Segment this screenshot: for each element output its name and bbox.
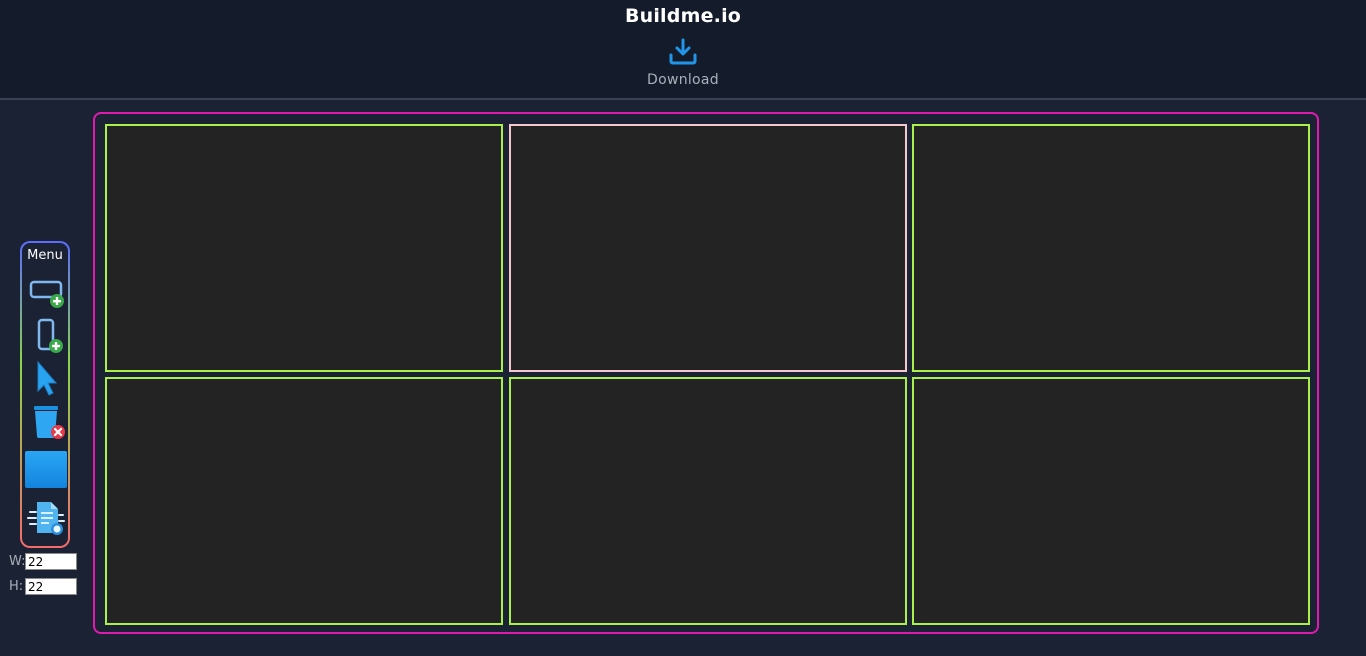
color-swatch[interactable] bbox=[25, 451, 67, 491]
width-input[interactable] bbox=[25, 553, 77, 570]
blue-square-swatch bbox=[25, 451, 67, 488]
grid-cell[interactable] bbox=[912, 377, 1310, 625]
vertical-rect-add-icon bbox=[37, 318, 63, 353]
grid-cell-selected[interactable] bbox=[509, 124, 907, 372]
grid-cell[interactable] bbox=[509, 377, 907, 625]
app-title: Buildme.io bbox=[624, 5, 742, 27]
cursor-arrow-icon bbox=[37, 360, 58, 396]
download-icon bbox=[669, 38, 697, 65]
add-row-tool[interactable] bbox=[25, 278, 67, 318]
download-button[interactable]: Download bbox=[633, 37, 733, 93]
grid-cell[interactable] bbox=[912, 124, 1310, 372]
delete-tool[interactable] bbox=[25, 403, 67, 443]
top-header: Buildme.io Download bbox=[0, 0, 1366, 100]
add-column-tool[interactable] bbox=[25, 317, 67, 357]
menu-title: Menu bbox=[27, 248, 63, 263]
trash-delete-icon bbox=[34, 406, 65, 439]
select-tool[interactable] bbox=[25, 360, 67, 400]
grid-canvas bbox=[93, 112, 1319, 634]
export-code-tool[interactable] bbox=[25, 499, 67, 539]
tool-menu: Menu bbox=[20, 241, 70, 548]
file-code-icon bbox=[27, 502, 65, 535]
height-input[interactable] bbox=[25, 578, 77, 595]
download-label: Download bbox=[647, 72, 719, 88]
horizontal-rect-add-icon bbox=[29, 280, 64, 308]
grid-cell[interactable] bbox=[105, 124, 503, 372]
grid-cell[interactable] bbox=[105, 377, 503, 625]
height-label: H: bbox=[9, 579, 24, 594]
width-label: W: bbox=[9, 554, 26, 569]
